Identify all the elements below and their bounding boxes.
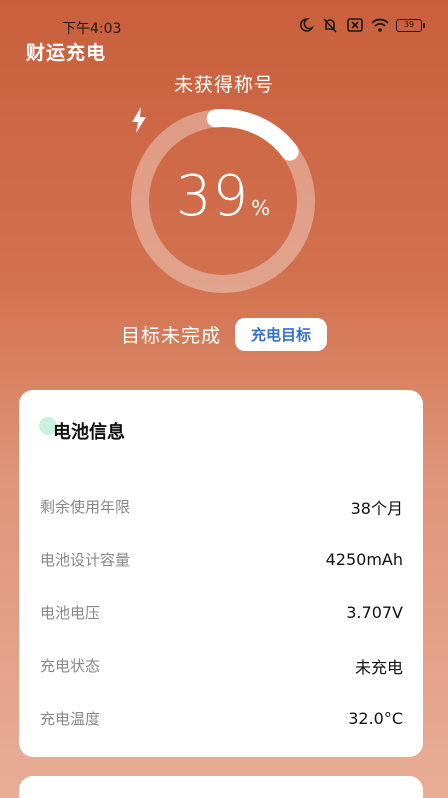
goal-status: 目标未完成 xyxy=(120,325,221,347)
info-value: 4250mAh xyxy=(325,550,403,569)
info-row: 电池电压 3.707V xyxy=(19,586,423,639)
info-value: 3.707V xyxy=(346,603,403,622)
info-label: 电池电压 xyxy=(40,604,101,622)
info-row: 充电温度 32.0°C xyxy=(19,692,423,745)
percent-value: 39 xyxy=(175,164,250,229)
battery-info-card: 电池信息 剩余使用年限 38个月电池设计容量 4250mAh 电池电压 3.707V 充电… xyxy=(19,390,423,757)
next-card xyxy=(19,776,423,798)
battery-info-rows: 剩余使用年限 38个月电池设计容量 4250mAh 电池电压 3.707V 充电状态 未充电… xyxy=(19,480,423,745)
moon-icon xyxy=(300,18,314,32)
info-label: 剩余使用年限 xyxy=(40,498,131,516)
bell-muted-icon xyxy=(323,18,337,33)
percent-unit: % xyxy=(251,196,271,220)
info-row: 充电状态 未充电 xyxy=(19,639,423,692)
info-value: 38个月 xyxy=(350,498,403,518)
status-time: 下午4:03 xyxy=(62,21,122,37)
info-value: 32.0°C xyxy=(348,709,403,728)
info-label: 充电温度 xyxy=(40,710,101,728)
battery-info-title: 电池信息 xyxy=(53,422,125,443)
battery-percent: 39% xyxy=(128,164,318,229)
status-bar: 下午4:03 39 xyxy=(0,0,448,40)
info-row: 电池设计容量 4250mAh xyxy=(19,533,423,586)
lightning-icon xyxy=(132,107,146,133)
info-label: 电池设计容量 xyxy=(40,551,131,569)
goal-row: 目标未完成 充电目标 xyxy=(0,318,448,351)
app-title: 财运充电 xyxy=(26,42,107,64)
charge-goal-button[interactable]: 充电目标 xyxy=(235,318,328,351)
sim-off-icon xyxy=(347,18,363,32)
info-row: 剩余使用年限 38个月 xyxy=(19,480,423,533)
charge-ring: 39% xyxy=(128,106,318,296)
info-value: 未充电 xyxy=(354,657,403,677)
wifi-icon xyxy=(371,18,389,32)
battery-icon: 39 xyxy=(396,18,425,32)
info-label: 充电状态 xyxy=(40,657,101,675)
status-icons: 39 xyxy=(296,17,425,33)
honor-title: 未获得称号 xyxy=(173,74,274,96)
ring-progress xyxy=(206,109,299,161)
